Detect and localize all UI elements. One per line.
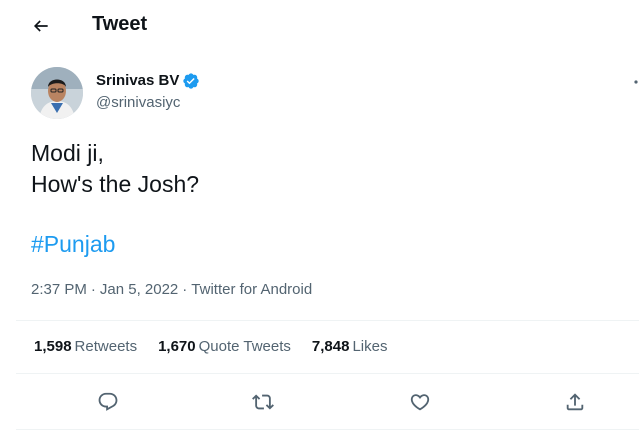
tweet-text-line-2: How's the Josh? xyxy=(31,171,200,197)
meta-separator: · xyxy=(182,281,188,298)
retweets-count: 1,598 xyxy=(34,338,72,355)
tweet-actions xyxy=(0,384,639,420)
tweet-source-link[interactable]: Twitter for Android xyxy=(191,281,312,298)
like-heart-icon xyxy=(410,394,430,411)
tweet-text-line-1: Modi ji, xyxy=(31,140,104,166)
author-handle[interactable]: @srinivasiyc xyxy=(96,93,180,113)
share-icon xyxy=(566,393,584,411)
back-button[interactable] xyxy=(24,9,58,43)
author-name-label: Srinivas BV xyxy=(96,72,180,89)
more-options-icon[interactable] xyxy=(633,76,639,88)
retweet-icon xyxy=(252,394,274,410)
tweet-author: Srinivas BV @srinivasiyc xyxy=(0,62,639,122)
reply-button[interactable] xyxy=(90,384,126,420)
meta-separator: · xyxy=(90,281,96,298)
retweets-label: Retweets xyxy=(74,338,138,355)
divider xyxy=(16,320,639,321)
quote-tweets-label: Quote Tweets xyxy=(198,338,291,355)
page-title: Tweet xyxy=(92,13,148,35)
avatar-image xyxy=(31,67,83,119)
quote-tweets-stat[interactable]: 1,670 Quote Tweets xyxy=(158,337,291,357)
divider xyxy=(16,373,639,374)
author-name[interactable]: Srinivas BV xyxy=(96,71,200,91)
top-bar: Tweet xyxy=(0,0,639,50)
retweet-button[interactable] xyxy=(245,384,281,420)
arrow-left-icon xyxy=(33,20,48,32)
tweet-text: Modi ji, How's the Josh? xyxy=(31,138,199,200)
hashtag-link[interactable]: #Punjab xyxy=(31,229,115,260)
verified-badge-icon xyxy=(183,73,200,89)
tweet-stats: 1,598 Retweets 1,670 Quote Tweets 7,848 Lik… xyxy=(34,337,408,357)
retweets-stat[interactable]: 1,598 Retweets xyxy=(34,337,137,357)
quote-tweets-count: 1,670 xyxy=(158,338,196,355)
avatar[interactable] xyxy=(31,67,83,119)
likes-stat[interactable]: 7,848 Likes xyxy=(312,337,388,357)
tweet-metadata: 2:37 PM · Jan 5, 2022 · Twitter for Android xyxy=(31,280,312,300)
reply-icon xyxy=(98,392,118,411)
likes-label: Likes xyxy=(352,338,388,355)
tweet-time[interactable]: 2:37 PM xyxy=(31,281,87,298)
tweet-date[interactable]: Jan 5, 2022 xyxy=(100,281,178,298)
share-button[interactable] xyxy=(557,384,593,420)
likes-count: 7,848 xyxy=(311,338,350,355)
divider xyxy=(16,429,639,430)
like-button[interactable] xyxy=(402,384,438,420)
